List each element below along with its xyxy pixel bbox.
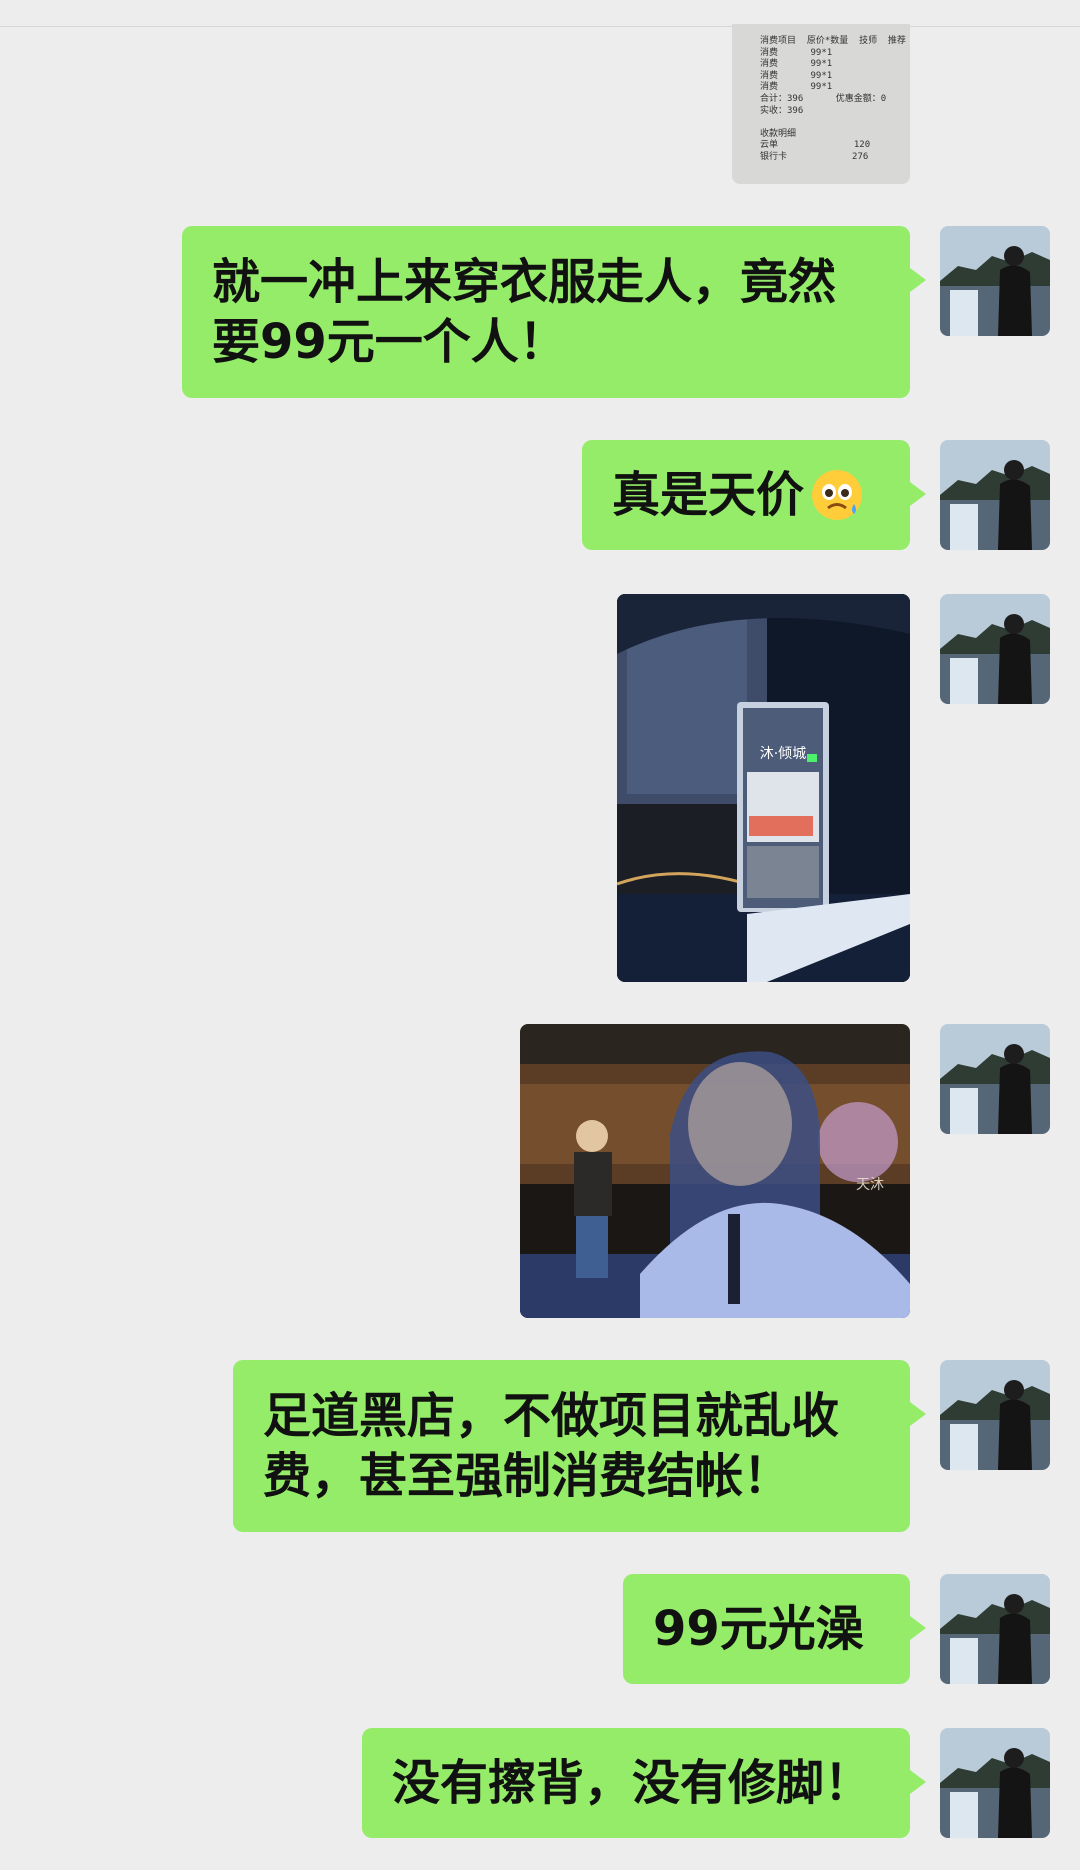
message-bubble[interactable]: 真是天价 bbox=[582, 440, 926, 550]
message-text: 没有擦背，没有修脚！ bbox=[392, 1755, 873, 1811]
avatar-image bbox=[940, 440, 1050, 550]
photo-lobby-staff[interactable]: 天沐 bbox=[520, 1024, 910, 1318]
avatar-image bbox=[940, 594, 1050, 704]
avatar-image bbox=[940, 1024, 1050, 1134]
avatar-image bbox=[940, 226, 1050, 336]
message-bubble[interactable]: 99元光澡 bbox=[623, 1574, 926, 1684]
receipt-text: 消费项目 原价*数量 技师 推荐 消费 99*1 消费 99*1 消费 99*1… bbox=[760, 36, 906, 162]
avatar-image bbox=[940, 1574, 1050, 1684]
message-text: 就一冲上来穿衣服走人，竟然 要99元一个人！ bbox=[212, 254, 837, 370]
svg-text:沐·倾城: 沐·倾城 bbox=[760, 746, 806, 762]
avatar-image bbox=[940, 1360, 1050, 1470]
avatar-image bbox=[940, 1728, 1050, 1838]
avatar[interactable] bbox=[940, 1360, 1050, 1470]
receipt-image[interactable]: 消费项目 原价*数量 技师 推荐 消费 99*1 消费 99*1 消费 99*1… bbox=[732, 24, 910, 184]
anxious-face-emoji-icon bbox=[810, 468, 864, 522]
message-text: 真是天价 bbox=[612, 467, 805, 523]
avatar[interactable] bbox=[940, 1024, 1050, 1134]
avatar[interactable] bbox=[940, 440, 1050, 550]
avatar[interactable] bbox=[940, 226, 1050, 336]
message-bubble[interactable]: 没有擦背，没有修脚！ bbox=[362, 1728, 926, 1838]
message-bubble[interactable]: 就一冲上来穿衣服走人，竟然 要99元一个人！ bbox=[182, 226, 926, 398]
avatar[interactable] bbox=[940, 1728, 1050, 1838]
avatar[interactable] bbox=[940, 594, 1050, 704]
message-bubble[interactable]: 足道黑店，不做项目就乱收 费，甚至强制消费结帐！ bbox=[233, 1360, 926, 1532]
photo-lobby-sign[interactable]: 沐·倾城 bbox=[617, 594, 910, 982]
message-text: 99元光澡 bbox=[653, 1601, 864, 1657]
message-text: 足道黑店，不做项目就乱收 费，甚至强制消费结帐！ bbox=[263, 1388, 840, 1504]
photo-content: 天沐 bbox=[520, 1024, 910, 1318]
photo-content: 沐·倾城 bbox=[617, 594, 910, 982]
top-divider bbox=[0, 0, 1080, 27]
avatar[interactable] bbox=[940, 1574, 1050, 1684]
svg-text:天沐: 天沐 bbox=[856, 1177, 884, 1193]
